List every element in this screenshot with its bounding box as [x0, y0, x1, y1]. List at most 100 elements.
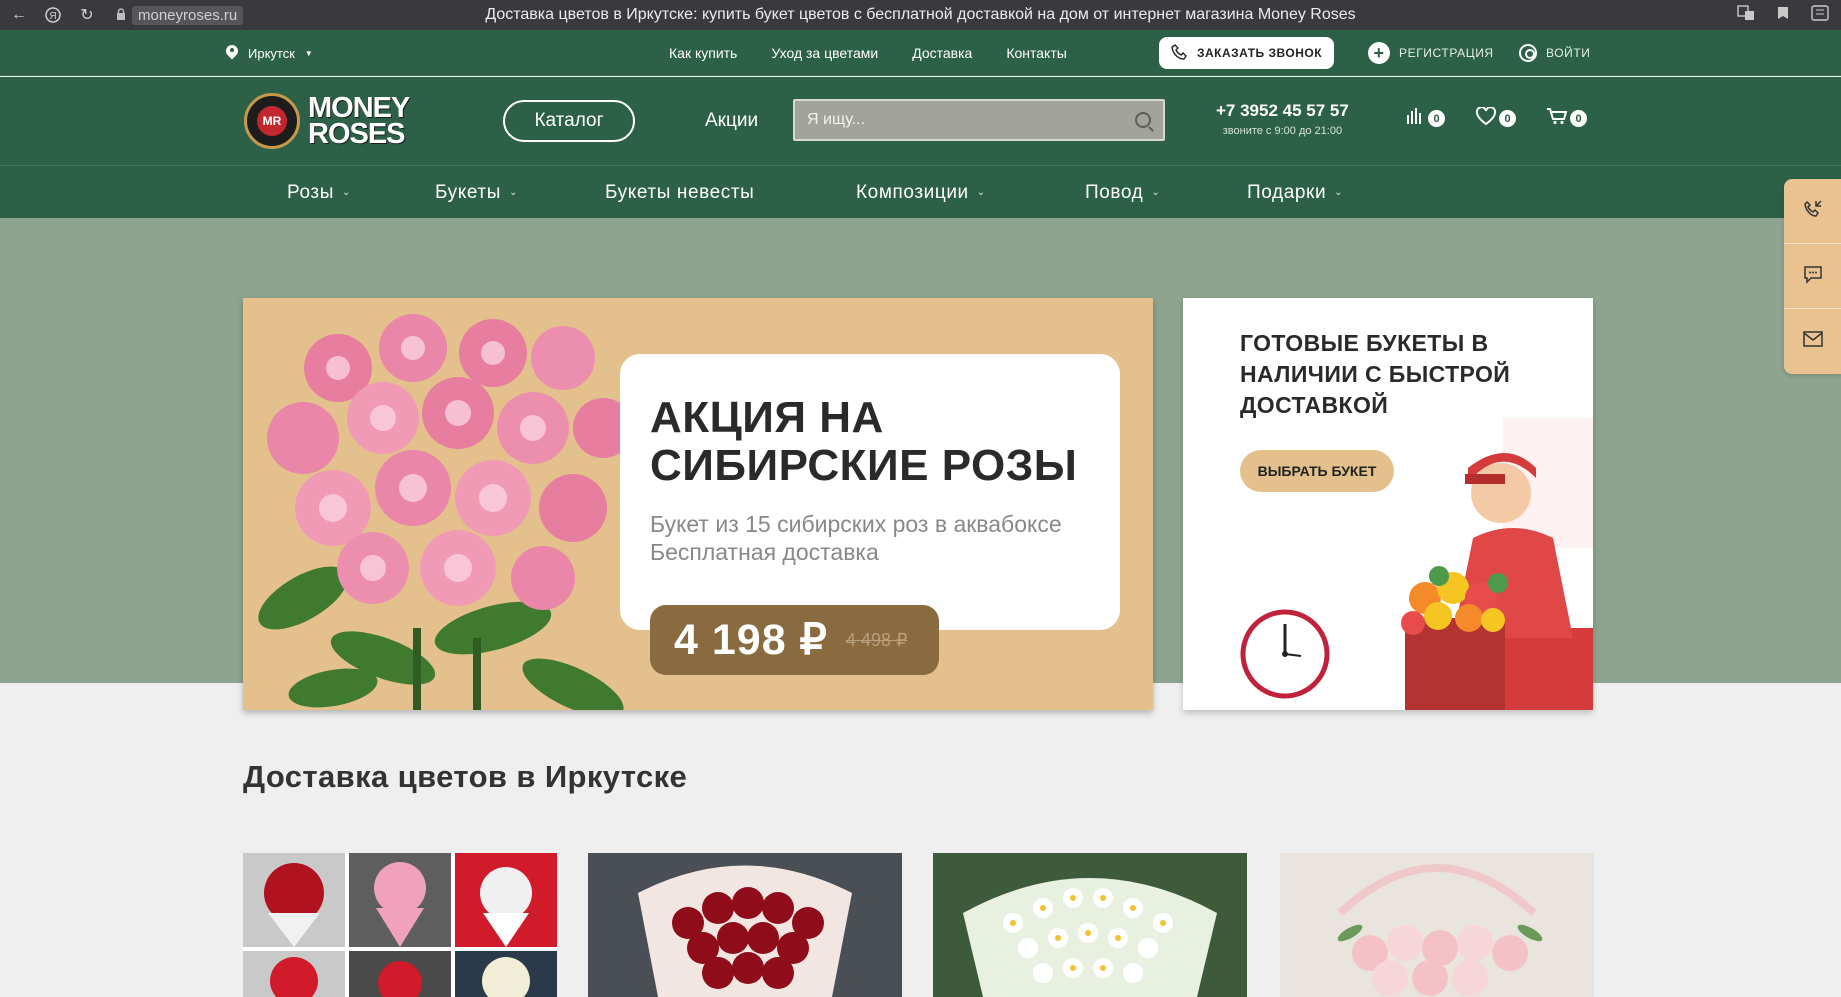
compare-icon	[1406, 107, 1426, 130]
phone-number[interactable]: +7 3952 45 57 57	[1216, 101, 1349, 121]
roses-image	[243, 298, 663, 710]
reload-icon[interactable]: ↻	[72, 0, 102, 30]
browser-toolbar: ← Я ↻ moneyroses.ru Доставка цветов в Ир…	[0, 0, 1841, 30]
register-label: РЕГИСТРАЦИЯ	[1399, 46, 1494, 60]
logo-text: MONEY ROSES	[308, 94, 410, 150]
register-link[interactable]: + РЕГИСТРАЦИЯ	[1368, 30, 1494, 76]
category-label: Розы	[287, 181, 334, 203]
price-pill: 4 198 ₽ 4 498 ₽	[650, 605, 939, 675]
url-text[interactable]: moneyroses.ru	[132, 5, 244, 25]
city-selector[interactable]: Иркутск ▼	[226, 30, 313, 76]
lock-icon	[116, 7, 126, 23]
catalog-button[interactable]: Каталог	[503, 100, 635, 142]
product-image	[933, 853, 1247, 997]
chevron-down-icon: ⌄	[1151, 187, 1161, 198]
cart-count: 0	[1570, 110, 1587, 127]
link-flower-care[interactable]: Уход за цветами	[771, 45, 878, 61]
favorites-button[interactable]: 0	[1475, 106, 1516, 130]
category-label: Композиции	[856, 181, 969, 203]
phone-icon	[1171, 43, 1189, 64]
logo-badge-text: MR	[257, 106, 287, 136]
section-title: Доставка цветов в Иркутске	[243, 759, 688, 794]
cart-icon	[1546, 107, 1568, 130]
category-roses[interactable]: Розы ⌄	[287, 166, 351, 219]
product-card[interactable]	[588, 853, 902, 997]
product-collage-image	[243, 853, 557, 997]
link-contacts[interactable]: Контакты	[1006, 45, 1066, 61]
login-label: ВОЙТИ	[1546, 46, 1591, 60]
login-link[interactable]: ВОЙТИ	[1519, 30, 1591, 76]
bookmark-icon[interactable]	[1777, 6, 1789, 24]
category-label: Букеты невесты	[605, 181, 755, 203]
plus-icon: +	[1368, 42, 1390, 64]
address-bar[interactable]: moneyroses.ru	[110, 4, 249, 26]
promo-card: АКЦИЯ НА СИБИРСКИЕ РОЗЫ Букет из 15 сиби…	[620, 354, 1120, 630]
product-card[interactable]	[1280, 853, 1594, 997]
main-header: MR MONEY ROSES Каталог Акции +7 3952 45 …	[0, 77, 1841, 165]
callback-button[interactable]	[1784, 179, 1841, 244]
promo-title-line1: АКЦИЯ НА	[650, 393, 884, 442]
compare-count: 0	[1428, 110, 1445, 127]
floating-contact-panel	[1784, 179, 1841, 374]
compare-button[interactable]: 0	[1406, 107, 1445, 130]
mail-icon	[1802, 331, 1823, 352]
category-gifts[interactable]: Подарки ⌄	[1247, 166, 1343, 219]
translate-icon[interactable]	[1737, 5, 1755, 25]
caret-down-icon: ▼	[304, 48, 313, 58]
search-icon[interactable]	[1135, 112, 1151, 128]
promo-subtitle: Букет из 15 сибирских роз в аквабоксе Бе…	[650, 510, 1090, 566]
category-label: Подарки	[1247, 181, 1327, 203]
product-card[interactable]	[243, 853, 557, 997]
heart-icon	[1475, 106, 1497, 130]
ready-bouquets-banner[interactable]: ГОТОВЫЕ БУКЕТЫ В НАЛИЧИИ С БЫСТРОЙ ДОСТА…	[1183, 298, 1593, 710]
category-label: Букеты	[435, 181, 501, 203]
search-input[interactable]	[807, 111, 1135, 129]
logo-badge: MR	[244, 93, 300, 149]
chevron-down-icon: ⌄	[341, 187, 351, 198]
chevron-down-icon: ⌄	[1334, 187, 1344, 198]
promo-title-line2: СИБИРСКИЕ РОЗЫ	[650, 441, 1078, 490]
city-label[interactable]: Иркутск	[248, 46, 295, 61]
category-bridal-bouquets[interactable]: Букеты невесты	[605, 166, 754, 219]
chat-button[interactable]	[1784, 244, 1841, 309]
promo-subtitle-line2: Бесплатная доставка	[650, 539, 879, 565]
product-image	[588, 853, 902, 997]
phone-hours: звоните с 9:00 до 21:00	[1222, 125, 1343, 137]
back-icon[interactable]: ←	[4, 0, 34, 30]
page-title: Доставка цветов в Иркутске: купить букет…	[485, 6, 1356, 23]
svg-text:Я: Я	[49, 11, 56, 22]
category-occasion[interactable]: Повод ⌄	[1085, 166, 1160, 219]
reader-icon[interactable]	[1811, 5, 1829, 25]
category-label: Повод	[1085, 181, 1144, 203]
header-icons: 0 0 0	[1406, 106, 1587, 130]
favorites-count: 0	[1499, 110, 1516, 127]
promo-banner[interactable]: АКЦИЯ НА СИБИРСКИЕ РОЗЫ Букет из 15 сиби…	[243, 298, 1153, 710]
phone-callback-icon	[1803, 199, 1823, 224]
search-box[interactable]	[793, 99, 1165, 141]
product-card[interactable]	[933, 853, 1247, 997]
category-nav: Розы ⌄ Букеты ⌄ Букеты невесты Композици…	[0, 165, 1841, 218]
mail-button[interactable]	[1784, 309, 1841, 374]
promo-link[interactable]: Акции	[705, 100, 758, 142]
chat-icon	[1803, 264, 1823, 289]
chevron-down-icon: ⌄	[508, 187, 518, 198]
order-call-label: ЗАКАЗАТЬ ЗВОНОК	[1196, 46, 1323, 60]
price-old: 4 498 ₽	[845, 629, 908, 650]
link-how-to-buy[interactable]: Как купить	[669, 45, 737, 61]
category-compositions[interactable]: Композиции ⌄	[856, 166, 986, 219]
link-delivery[interactable]: Доставка	[912, 45, 972, 61]
location-pin-icon	[226, 45, 238, 61]
choose-bouquet-button[interactable]: ВЫБРАТЬ БУКЕТ	[1240, 450, 1394, 492]
logo-text-line2: ROSES	[308, 118, 406, 150]
promo-subtitle-line1: Букет из 15 сибирских роз в аквабоксе	[650, 511, 1062, 537]
logo[interactable]: MR MONEY ROSES	[244, 93, 414, 149]
ready-bouquets-title: ГОТОВЫЕ БУКЕТЫ В НАЛИЧИИ С БЫСТРОЙ ДОСТА…	[1240, 330, 1511, 418]
price-new: 4 198 ₽	[674, 616, 828, 664]
user-icon	[1519, 44, 1537, 62]
yandex-icon[interactable]: Я	[38, 0, 68, 30]
order-call-button[interactable]: ЗАКАЗАТЬ ЗВОНОК	[1159, 37, 1334, 69]
product-image	[1280, 853, 1594, 997]
cart-button[interactable]: 0	[1546, 107, 1587, 130]
category-bouquets[interactable]: Букеты ⌄	[435, 166, 518, 219]
chevron-down-icon: ⌄	[976, 187, 986, 198]
